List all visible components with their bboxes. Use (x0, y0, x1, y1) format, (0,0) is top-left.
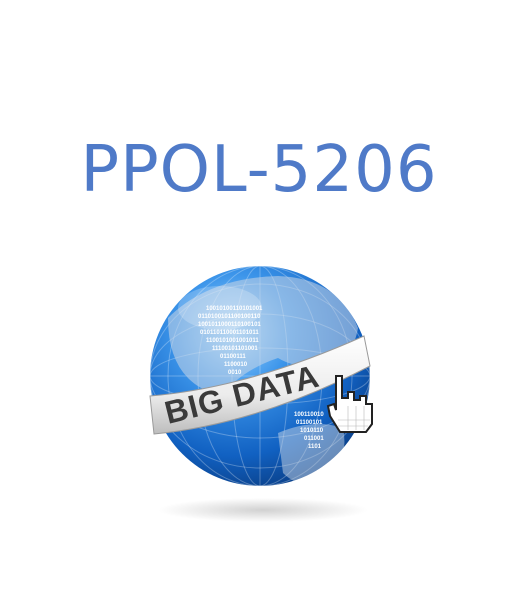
binary-row: 1101 (308, 444, 322, 450)
slide: PPOL-5206 10010100110101001 011010010110… (0, 0, 518, 600)
binary-row: 1010110 (300, 428, 324, 434)
slide-title: PPOL-5206 (80, 133, 438, 207)
binary-row: 100110010 (294, 412, 324, 418)
binary-row: 1100010 (224, 362, 248, 368)
binary-row: 01100101 (296, 420, 323, 426)
binary-row: 010110110001101011 (200, 330, 259, 336)
binary-row: 11100101101001 (212, 346, 258, 352)
binary-row: 1100101001001011 (206, 338, 259, 344)
big-data-globe-logo: 10010100110101001 0110100101100100110 10… (149, 266, 373, 522)
globe-shadow (158, 498, 368, 522)
binary-row: 0010 (228, 370, 242, 376)
binary-row: 011001 (304, 436, 324, 442)
globe-highlight (178, 286, 262, 330)
binary-row: 01100111 (220, 354, 246, 360)
